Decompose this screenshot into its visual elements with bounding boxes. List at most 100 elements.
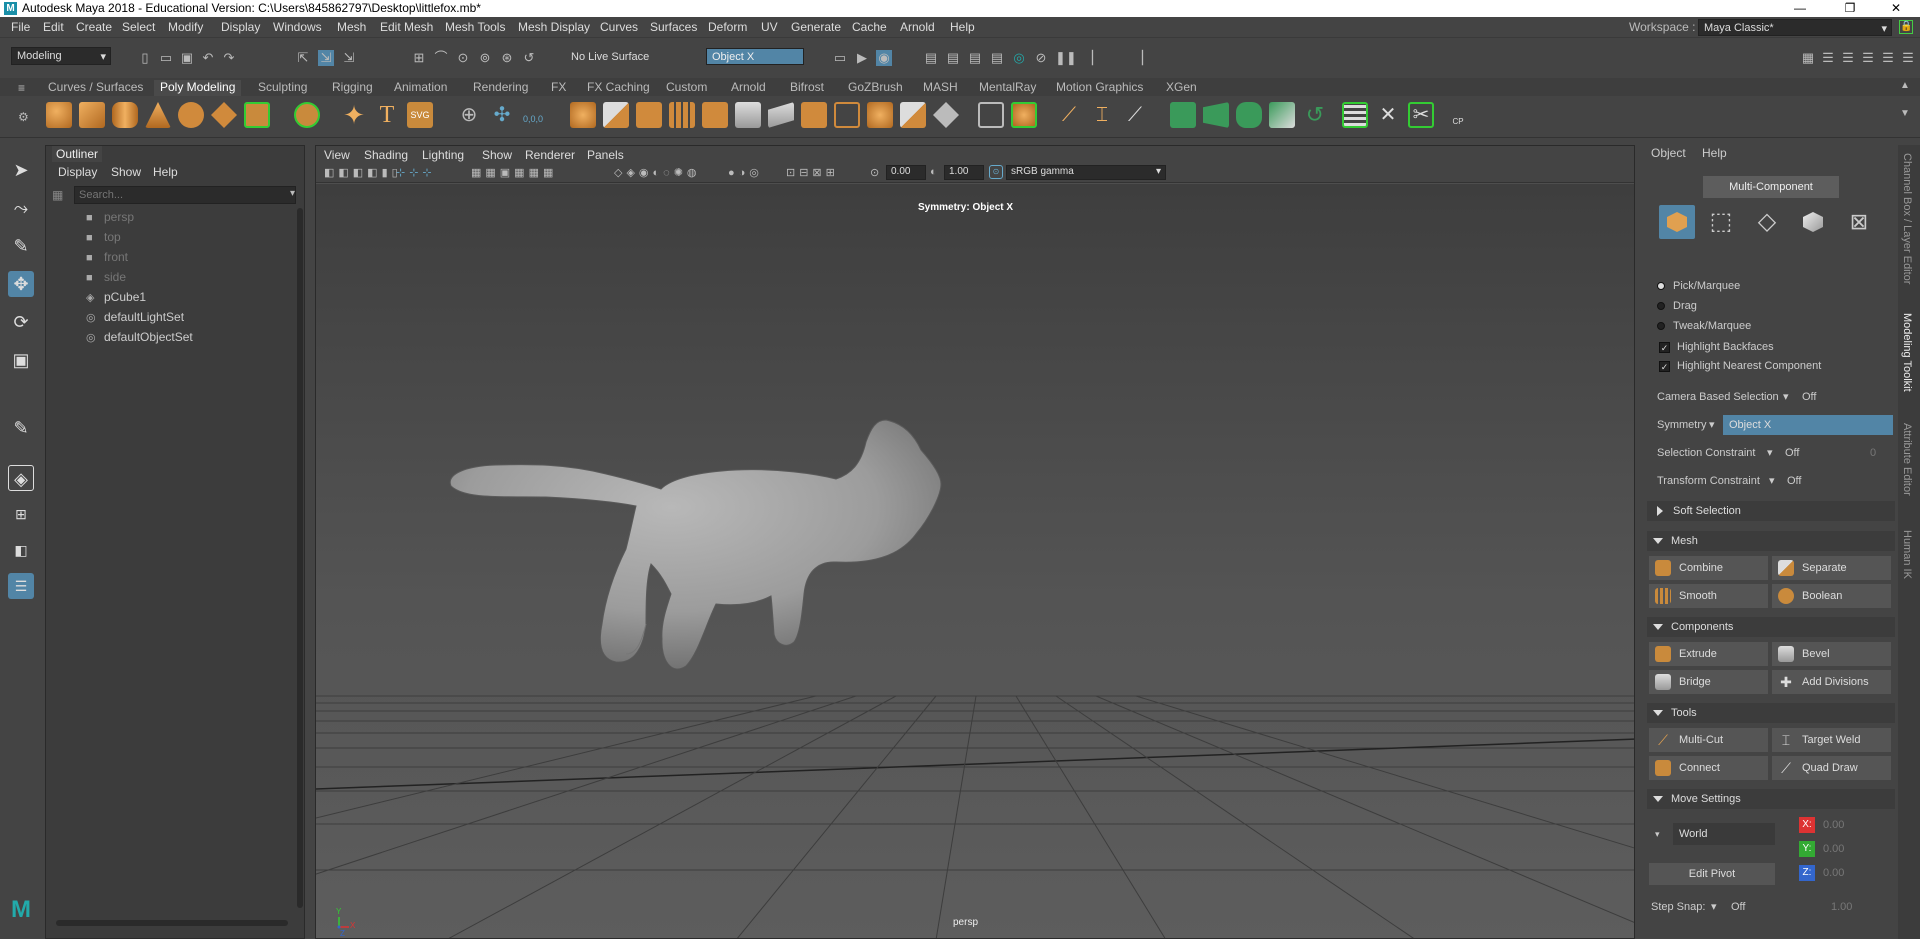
- outliner-toggle-icon[interactable]: ☰: [1880, 50, 1896, 66]
- cp-icon[interactable]: CP: [1445, 102, 1471, 128]
- combine-button[interactable]: Combine: [1649, 556, 1768, 580]
- move-x-field[interactable]: 0.00: [1817, 817, 1887, 833]
- modeling-toolkit-icon[interactable]: ☰: [1900, 50, 1916, 66]
- menu-display[interactable]: Display: [221, 20, 260, 34]
- lighting-toggles-icon[interactable]: ●◑◎: [728, 166, 763, 179]
- outliner-item-top[interactable]: ■ top: [86, 230, 121, 244]
- menu-select[interactable]: Select: [122, 20, 155, 34]
- chevron-down-icon[interactable]: ▾: [1783, 390, 1789, 403]
- menu-mesh-tools[interactable]: Mesh Tools: [445, 20, 505, 34]
- ipr-render-icon[interactable]: ▤: [945, 50, 961, 66]
- tab-animation[interactable]: Animation: [394, 80, 447, 94]
- append-polygon-icon[interactable]: [867, 102, 893, 128]
- connect-button[interactable]: Connect: [1649, 756, 1768, 780]
- exposure-field[interactable]: 0.00: [886, 165, 926, 180]
- menu-generate[interactable]: Generate: [791, 20, 841, 34]
- render-frame-icon[interactable]: ▤: [923, 50, 939, 66]
- bridge-shelf-icon[interactable]: [735, 102, 761, 128]
- boolean-button[interactable]: Boolean: [1772, 584, 1891, 608]
- planar-map-icon[interactable]: [1203, 102, 1229, 128]
- tab-gozbrush[interactable]: GoZBrush: [848, 80, 903, 94]
- tool-settings-icon[interactable]: ☰: [1860, 50, 1876, 66]
- outliner-search-input[interactable]: [74, 186, 296, 204]
- color-management-icon[interactable]: ⊙: [989, 165, 1003, 179]
- chevron-down-icon[interactable]: ▾: [1655, 829, 1660, 840]
- color-space-dropdown[interactable]: sRGB gamma ▾: [1006, 165, 1166, 180]
- outliner-item-defaultobjectset[interactable]: ◎ defaultObjectSet: [86, 330, 193, 344]
- snap-reverse-icon[interactable]: ↺: [521, 50, 537, 66]
- render-view-icon[interactable]: ▤: [967, 50, 983, 66]
- poly-cube-icon[interactable]: [79, 102, 105, 128]
- poly-torus-icon[interactable]: [178, 102, 204, 128]
- face-mode-button[interactable]: [1795, 205, 1831, 239]
- highlight-backfaces-checkbox[interactable]: ✓: [1659, 342, 1670, 353]
- tab-channel-box[interactable]: Channel Box / Layer Editor: [1901, 153, 1913, 284]
- viewport-panel[interactable]: View Shading Lighting Show Renderer Pane…: [315, 145, 1635, 939]
- outliner-item-persp[interactable]: ■ persp: [86, 210, 134, 224]
- pick-marquee-radio[interactable]: [1657, 282, 1665, 290]
- unfold-icon[interactable]: ↺: [1302, 102, 1328, 128]
- cut-uv-icon[interactable]: ✂: [1408, 102, 1434, 128]
- outliner-item-front[interactable]: ■ front: [86, 250, 128, 264]
- viewport-3d-view[interactable]: Y X Z Symmetry: Object X persp: [316, 184, 1634, 938]
- tab-human-ik[interactable]: Human IK: [1901, 530, 1913, 579]
- close-button[interactable]: ✕: [1876, 0, 1916, 16]
- highlight-nearest-checkbox[interactable]: ✓: [1659, 361, 1670, 372]
- fill-hole-icon[interactable]: [801, 102, 827, 128]
- gamma-field[interactable]: 1.00: [944, 165, 984, 180]
- insert-edge-loop-icon[interactable]: [834, 102, 860, 128]
- edit-pivot-button[interactable]: Edit Pivot: [1649, 863, 1775, 885]
- quad-draw-button[interactable]: ⟋ Quad Draw: [1772, 756, 1891, 780]
- extract-shelf-icon[interactable]: [636, 102, 662, 128]
- save-scene-icon[interactable]: ▣: [179, 50, 195, 66]
- reduce-icon[interactable]: ✣: [489, 102, 515, 128]
- hypershade-icon[interactable]: ▤: [989, 50, 1005, 66]
- tab-curves-surfaces[interactable]: Curves / Surfaces: [48, 80, 143, 94]
- filter-icon[interactable]: ▦: [52, 188, 63, 202]
- sew-icon[interactable]: ✕: [1375, 102, 1401, 128]
- vertex-mode-button[interactable]: ⬚: [1703, 205, 1739, 239]
- chevron-down-icon[interactable]: ▾: [1769, 474, 1775, 487]
- step-snap-number[interactable]: 1.00: [1831, 901, 1852, 913]
- menu-deform[interactable]: Deform: [708, 20, 747, 34]
- shading-toggles-icon[interactable]: ◇◈◉◐◌✺◍: [614, 166, 701, 179]
- selection-constraint-value[interactable]: Off: [1785, 447, 1799, 459]
- cylindrical-map-icon[interactable]: [1236, 102, 1262, 128]
- tab-poly-modeling[interactable]: Poly Modeling: [154, 80, 242, 96]
- tab-motion-graphics[interactable]: Motion Graphics: [1056, 80, 1143, 94]
- tab-mash[interactable]: MASH: [923, 80, 958, 94]
- input-ops-icon[interactable]: ▭: [832, 50, 848, 66]
- minimize-button[interactable]: —: [1780, 0, 1820, 16]
- menu-surfaces[interactable]: Surfaces: [650, 20, 697, 34]
- checker-icon[interactable]: [1342, 102, 1368, 128]
- quad-draw-shelf-icon[interactable]: ⟋: [1122, 102, 1148, 128]
- toolkit-menu-help[interactable]: Help: [1702, 146, 1727, 160]
- shelf-menu-icon[interactable]: ≡: [18, 81, 25, 95]
- tab-xgen[interactable]: XGen: [1166, 80, 1197, 94]
- grid-tools-icon[interactable]: ⊹⊹⊹: [396, 166, 436, 179]
- poly-cone-icon[interactable]: [145, 102, 171, 128]
- tab-rendering[interactable]: Rendering: [473, 80, 528, 94]
- outliner-item-pcube1[interactable]: ◈ pCube1: [86, 290, 146, 304]
- poly-cylinder-icon[interactable]: [112, 102, 138, 128]
- smooth-shelf-icon[interactable]: [669, 102, 695, 128]
- menu-mesh-display[interactable]: Mesh Display: [518, 20, 590, 34]
- tab-modeling-toolkit[interactable]: Modeling Toolkit: [1901, 313, 1913, 392]
- persp-outliner-layout-icon[interactable]: ◧: [8, 537, 34, 563]
- symmetry-dropdown[interactable]: Object X: [1723, 415, 1893, 435]
- tab-custom[interactable]: Custom: [666, 80, 707, 94]
- last-tool-icon[interactable]: ✎: [8, 415, 34, 441]
- display-toggles-icon[interactable]: ▦▦▣▦▦▦: [471, 166, 557, 179]
- paint-select-tool-icon[interactable]: ✎: [8, 233, 34, 259]
- outliner-layout-icon[interactable]: ☰: [8, 573, 34, 599]
- toolkit-menu-object[interactable]: Object: [1651, 146, 1686, 160]
- attribute-editor-icon[interactable]: ☰: [1840, 50, 1856, 66]
- collapse-icon[interactable]: [933, 102, 959, 128]
- isolate-toggles-icon[interactable]: ⊡⊟⊠⊞: [786, 166, 839, 179]
- tab-arnold[interactable]: Arnold: [731, 80, 766, 94]
- mode-dropdown[interactable]: Modeling ▾: [11, 47, 111, 65]
- edge-mode-button[interactable]: ◇: [1749, 205, 1785, 239]
- select-object-icon[interactable]: ⇲: [318, 50, 334, 66]
- move-z-field[interactable]: 0.00: [1817, 865, 1887, 881]
- chevron-down-icon[interactable]: ▾: [1709, 418, 1715, 431]
